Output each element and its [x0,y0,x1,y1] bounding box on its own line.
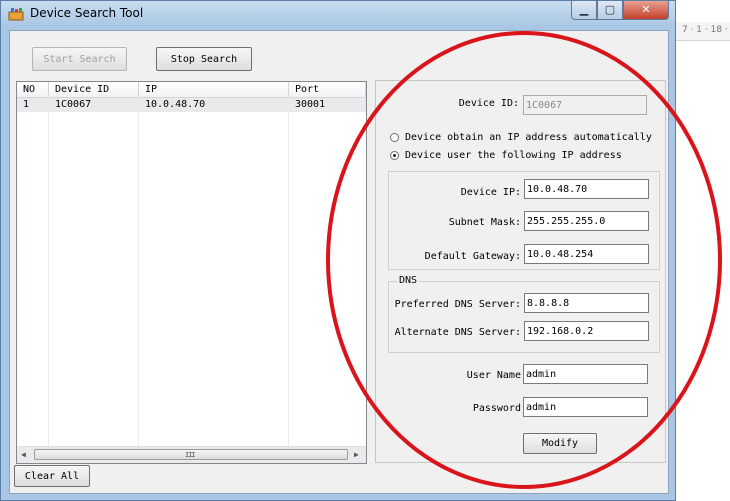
cell-no: 1 [23,99,30,110]
scroll-grip: III [185,451,196,459]
device-ip-label: Device IP: [460,187,521,198]
minimize-icon: ▁ [579,3,589,16]
cell-device-id: 1C0067 [55,99,92,110]
device-id-field [523,95,647,115]
radio-manual-ip-label: Device user the following IP address [405,149,622,161]
dns-group-title: DNS [397,275,420,286]
user-name-field[interactable] [523,364,648,384]
subnet-mask-field[interactable] [524,211,649,231]
column-header-device-id[interactable]: Device ID [49,82,139,97]
column-header-no[interactable]: NO [17,82,49,97]
background-document: 7 · 1 · 18 · [676,0,730,501]
cell-port: 30001 [295,99,326,110]
app-icon [8,8,24,21]
preferred-dns-label: Preferred DNS Server: [394,299,521,310]
cell-ip: 10.0.48.70 [145,99,206,110]
device-list[interactable]: NO Device ID IP Port 1 1C0067 10.0.48.70… [16,81,367,464]
maximize-icon: ▢ [604,3,616,16]
modify-button[interactable]: Modify [523,433,597,454]
radio-manual-ip-indicator[interactable] [390,150,399,160]
radio-manual-ip[interactable]: Device user the following IP address [390,148,622,162]
device-ip-field[interactable] [524,179,649,199]
grid-line [138,97,139,449]
column-header-ip[interactable]: IP [139,82,289,97]
scroll-right-icon[interactable]: ▶ [354,450,359,459]
subnet-mask-label: Subnet Mask: [448,217,521,228]
radio-auto-ip-label: Device obtain an IP address automaticall… [405,131,652,143]
list-header: NO Device ID IP Port [17,82,366,98]
ruler-text: 7 · 1 · 18 · [682,25,728,35]
window-title: Device Search Tool [30,6,144,20]
default-gateway-field[interactable] [524,244,649,264]
table-row[interactable]: 1 1C0067 10.0.48.70 30001 [17,98,366,112]
password-field[interactable] [523,397,648,417]
dns-group: DNS Preferred DNS Server: Alternate DNS … [388,275,660,353]
radio-auto-ip[interactable]: Device obtain an IP address automaticall… [390,130,652,144]
default-gateway-label: Default Gateway: [424,251,521,262]
clear-all-button[interactable]: Clear All [14,465,90,487]
horizontal-scrollbar[interactable]: ◀ III ▶ [17,446,366,463]
device-search-window: Device Search Tool ▁ ▢ ✕ Start Search St… [0,0,676,501]
client-area: Start Search Stop Search NO Device ID IP… [9,30,669,494]
maximize-button[interactable]: ▢ [597,1,623,20]
radio-auto-ip-indicator[interactable] [390,132,399,142]
alternate-dns-label: Alternate DNS Server: [394,327,521,338]
column-header-port[interactable]: Port [289,82,366,97]
password-label: Password: [472,403,527,414]
close-icon: ✕ [641,3,651,16]
background-ruler: 7 · 1 · 18 · [676,22,730,41]
minimize-button[interactable]: ▁ [571,1,597,20]
start-search-button[interactable]: Start Search [32,47,127,71]
preferred-dns-field[interactable] [524,293,649,313]
close-button[interactable]: ✕ [623,1,669,20]
grid-line [48,97,49,449]
user-name-label: User Name: [466,370,527,381]
ip-settings-group: Device IP: Subnet Mask: Default Gateway: [388,171,660,270]
title-bar[interactable]: Device Search Tool ▁ ▢ ✕ [1,1,675,27]
scroll-left-icon[interactable]: ◀ [21,450,26,459]
device-settings-panel: Device ID: Device obtain an IP address a… [375,80,666,463]
scroll-thumb[interactable]: III [34,449,348,460]
stop-search-button[interactable]: Stop Search [156,47,252,71]
device-id-label: Device ID: [458,98,519,109]
alternate-dns-field[interactable] [524,321,649,341]
grid-line [288,97,289,449]
